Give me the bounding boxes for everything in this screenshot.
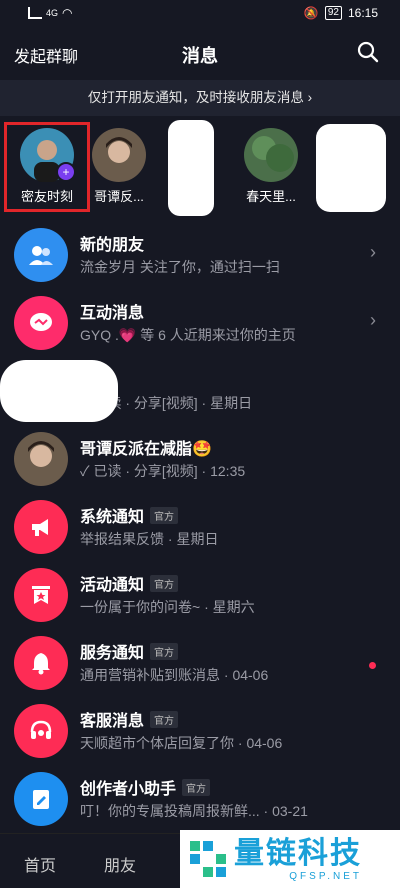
row-subtitle: 流金岁月 关注了你，通过扫一扫 <box>80 259 280 275</box>
signal-icon <box>28 7 42 19</box>
row-title-text: 活动通知 <box>80 577 145 594</box>
nature-photo-icon <box>252 136 294 172</box>
row-title: 服务通知 官方 <box>80 639 179 663</box>
row-title-text: 创作者小助手 <box>80 781 177 798</box>
row-subtitle: 天顺超市个体店回复了你 · 04-06 <box>80 735 283 751</box>
row-subtitle: 举报结果反馈 · 星期日 <box>80 531 219 547</box>
row-subtitle: 通用营销补贴到账消息 · 04-06 <box>80 667 269 683</box>
list-item-service-notice[interactable]: 服务通知 官方 通用营销补贴到账消息 · 04-06 <box>0 628 400 696</box>
story-label: 春天里... <box>246 189 296 204</box>
row-title: 活动通知 官方 <box>80 571 179 595</box>
battery-icon: 92 <box>324 6 342 20</box>
avatar <box>92 128 146 182</box>
notification-banner[interactable]: 仅打开朋友通知，及时接收朋友消息 › <box>0 80 400 116</box>
story-item[interactable]: 春天里... <box>236 128 306 205</box>
status-bar: 4G ◠ 🔕 92 16:15 <box>0 0 400 28</box>
page-title: 消息 <box>182 46 218 66</box>
official-badge: 官方 <box>150 506 179 524</box>
top-nav: 发起群聊 消息 <box>0 30 400 76</box>
megaphone-icon <box>14 500 68 554</box>
row-subtitle: 一份属于你的问卷~ · 星期六 <box>80 599 255 615</box>
row-title: 互动消息 <box>80 305 145 322</box>
list-item-system-notice[interactable]: 系统通知 官方 举报结果反馈 · 星期日 <box>0 492 400 560</box>
message-icon <box>14 296 68 350</box>
row-title-text: 服务通知 <box>80 645 145 662</box>
network-label: 4G <box>46 8 59 18</box>
row-subtitle: ✓ 已读 · 分享[视频] · 12:35 <box>80 463 246 479</box>
highlight-box <box>4 122 90 212</box>
redaction <box>0 360 118 422</box>
row-title: 新的朋友 <box>80 237 145 254</box>
avatar <box>244 128 298 182</box>
star-bookmark-icon <box>14 568 68 622</box>
list-item-new-friends[interactable]: 新的朋友 流金岁月 关注了你，通过扫一扫 › <box>0 220 400 288</box>
headset-icon <box>14 704 68 758</box>
official-badge: 官方 <box>182 778 211 796</box>
list-item-creator-assistant[interactable]: 创作者小助手 官方 叮！你的专属投稿周报新鲜... · 03-21 <box>0 764 400 832</box>
tab-friends[interactable]: 朋友 <box>104 852 136 876</box>
official-badge: 官方 <box>150 574 179 592</box>
clock: 16:15 <box>347 6 378 20</box>
row-title: 哥谭反派在减脂🤩 <box>80 441 212 458</box>
wifi-icon: ◠ <box>62 6 73 20</box>
list-item-activity-notice[interactable]: 活动通知 官方 一份属于你的问卷~ · 星期六 <box>0 560 400 628</box>
person-photo-icon <box>106 137 132 163</box>
row-title-text: 客服消息 <box>80 713 145 730</box>
bell-icon <box>14 636 68 690</box>
row-subtitle: 叮！你的专属投稿周报新鲜... · 03-21 <box>80 803 308 819</box>
story-label: 哥谭反... <box>94 189 144 204</box>
list-item-chat[interactable]: 哥谭反派在减脂🤩 ✓ 已读 · 分享[视频] · 12:35 <box>0 424 400 492</box>
qfsp-logo-icon <box>190 841 226 877</box>
official-badge: 官方 <box>150 710 179 728</box>
redaction <box>316 124 386 212</box>
watermark-url: QFSP.NET <box>289 870 362 882</box>
row-title: 创作者小助手 官方 <box>80 775 211 799</box>
unread-dot <box>369 662 376 669</box>
watermark-title: 量链科技 <box>234 836 362 870</box>
avatar <box>14 432 68 486</box>
list-item-interactions[interactable]: 互动消息 GYQ .💗 等 6 人近期来过你的主页 › <box>0 288 400 356</box>
row-title-text: 系统通知 <box>80 509 145 526</box>
people-icon <box>14 228 68 282</box>
mute-icon: 🔕 <box>303 6 319 20</box>
row-title: 客服消息 官方 <box>80 707 179 731</box>
redaction <box>168 120 214 216</box>
row-subtitle: GYQ .💗 等 6 人近期来过你的主页 <box>80 327 296 343</box>
search-icon[interactable] <box>356 40 380 64</box>
official-badge: 官方 <box>150 642 179 660</box>
message-list: 新的朋友 流金岁月 关注了你，通过扫一扫 › 互动消息 GYQ .💗 等 6 人… <box>0 220 400 832</box>
story-item[interactable]: 哥谭反... <box>84 128 154 205</box>
edit-icon <box>14 772 68 826</box>
list-item-customer-service[interactable]: 客服消息 官方 天顺超市个体店回复了你 · 04-06 <box>0 696 400 764</box>
tab-home[interactable]: 首页 <box>24 852 56 876</box>
row-title: 系统通知 官方 <box>80 503 179 527</box>
chevron-right-icon: › <box>370 242 376 262</box>
chevron-right-icon: › <box>370 310 376 330</box>
watermark-logo: 量链科技 QFSP.NET <box>180 830 400 888</box>
